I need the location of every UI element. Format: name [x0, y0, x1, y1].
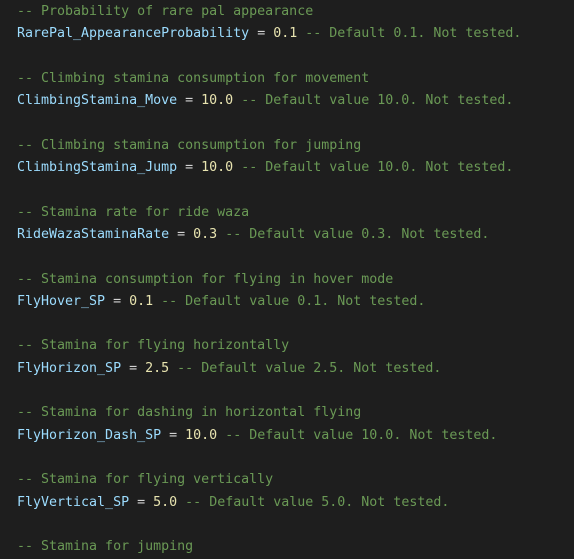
comment-text: -- Stamina for jumping — [17, 539, 194, 555]
trailing-comment: -- Default value 0.3. Not tested. — [225, 226, 490, 242]
code-line[interactable]: RarePal_AppearanceProbability = 0.1 -- D… — [17, 23, 574, 45]
code-line[interactable]: FlyHorizon_SP = 2.5 -- Default value 2.5… — [17, 358, 574, 380]
config-key: RarePal_AppearanceProbability — [17, 26, 250, 42]
code-line[interactable]: -- Climbing stamina consumption for move… — [17, 68, 574, 90]
code-line[interactable]: -- Stamina for jumping — [17, 536, 574, 558]
trailing-comment: -- Default value 10.0. Not tested. — [241, 160, 514, 176]
config-key: ClimbingStamina_Jump — [17, 160, 178, 176]
code-line[interactable]: -- Stamina for flying vertically — [17, 469, 574, 491]
comment-text: -- Stamina for flying vertically — [17, 472, 274, 488]
assignment-operator: = — [137, 494, 146, 510]
assignment-operator: = — [257, 26, 266, 42]
code-line[interactable]: -- Stamina rate for ride waza — [17, 202, 574, 224]
code-line[interactable]: FlyVertical_SP = 5.0 -- Default value 5.… — [17, 492, 574, 514]
assignment-operator: = — [129, 360, 138, 376]
config-key: FlyVertical_SP — [17, 494, 130, 510]
code-line[interactable]: -- Stamina for flying horizontally — [17, 335, 574, 357]
code-line[interactable]: -- Probability of rare pal appearance — [17, 1, 574, 23]
code-line[interactable]: FlyHorizon_Dash_SP = 10.0 -- Default val… — [17, 425, 574, 447]
trailing-comment: -- Default value 10.0. Not tested. — [241, 93, 514, 109]
code-line[interactable]: ClimbingStamina_Move = 10.0 -- Default v… — [17, 90, 574, 112]
code-line-blank[interactable] — [17, 313, 574, 335]
code-line-blank[interactable] — [17, 46, 574, 68]
trailing-comment: -- Default value 5.0. Not tested. — [185, 494, 450, 510]
code-line-blank[interactable] — [17, 246, 574, 268]
code-line-blank[interactable] — [17, 380, 574, 402]
code-line-blank[interactable] — [17, 514, 574, 536]
config-key: FlyHover_SP — [17, 293, 106, 309]
trailing-comment: -- Default value 0.1. Not tested. — [161, 293, 426, 309]
config-key: FlyHorizon_SP — [17, 360, 122, 376]
trailing-comment: -- Default value 2.5. Not tested. — [177, 360, 442, 376]
config-key: ClimbingStamina_Move — [17, 93, 178, 109]
config-key: FlyHorizon_Dash_SP — [17, 427, 162, 443]
config-value: 2.5 — [145, 360, 170, 376]
code-line-blank[interactable] — [17, 447, 574, 469]
code-content[interactable]: -- Probability of rare pal appearance Rar… — [17, 1, 574, 559]
code-line[interactable]: FlyHover_SP = 0.1 -- Default value 0.1. … — [17, 291, 574, 313]
assignment-operator: = — [169, 427, 178, 443]
code-line[interactable]: RideWazaStaminaRate = 0.3 -- Default val… — [17, 224, 574, 246]
comment-text: -- Stamina for flying horizontally — [17, 338, 290, 354]
assignment-operator: = — [185, 160, 194, 176]
assignment-operator: = — [177, 226, 186, 242]
comment-text: -- Climbing stamina consumption for move… — [17, 70, 370, 86]
code-line[interactable]: ClimbingStamina_Jump = 10.0 -- Default v… — [17, 157, 574, 179]
comment-text: -- Stamina rate for ride waza — [17, 204, 250, 220]
code-line[interactable]: -- Stamina for dashing in horizontal fly… — [17, 402, 574, 424]
comment-text: -- Probability of rare pal appearance — [17, 4, 314, 19]
comment-text: -- Stamina for dashing in horizontal fly… — [17, 405, 362, 421]
code-line-blank[interactable] — [17, 112, 574, 134]
trailing-comment: -- Default 0.1. Not tested. — [305, 26, 522, 42]
config-value: 0.3 — [193, 226, 218, 242]
code-editor-pane[interactable]: -- Probability of rare pal appearance Rar… — [0, 0, 574, 559]
comment-text: -- Stamina consumption for flying in hov… — [17, 271, 394, 287]
config-value: 10.0 — [201, 160, 234, 176]
assignment-operator: = — [113, 293, 122, 309]
code-line[interactable]: -- Stamina consumption for flying in hov… — [17, 269, 574, 291]
trailing-comment: -- Default value 10.0. Not tested. — [225, 427, 498, 443]
code-line[interactable]: -- Climbing stamina consumption for jump… — [17, 135, 574, 157]
code-line-blank[interactable] — [17, 179, 574, 201]
config-value: 10.0 — [201, 93, 234, 109]
config-key: RideWazaStaminaRate — [17, 226, 170, 242]
assignment-operator: = — [185, 93, 194, 109]
config-value: 5.0 — [153, 494, 178, 510]
config-value: 10.0 — [185, 427, 218, 443]
comment-text: -- Climbing stamina consumption for jump… — [17, 137, 362, 153]
config-value: 0.1 — [273, 26, 298, 42]
config-value: 0.1 — [129, 293, 154, 309]
